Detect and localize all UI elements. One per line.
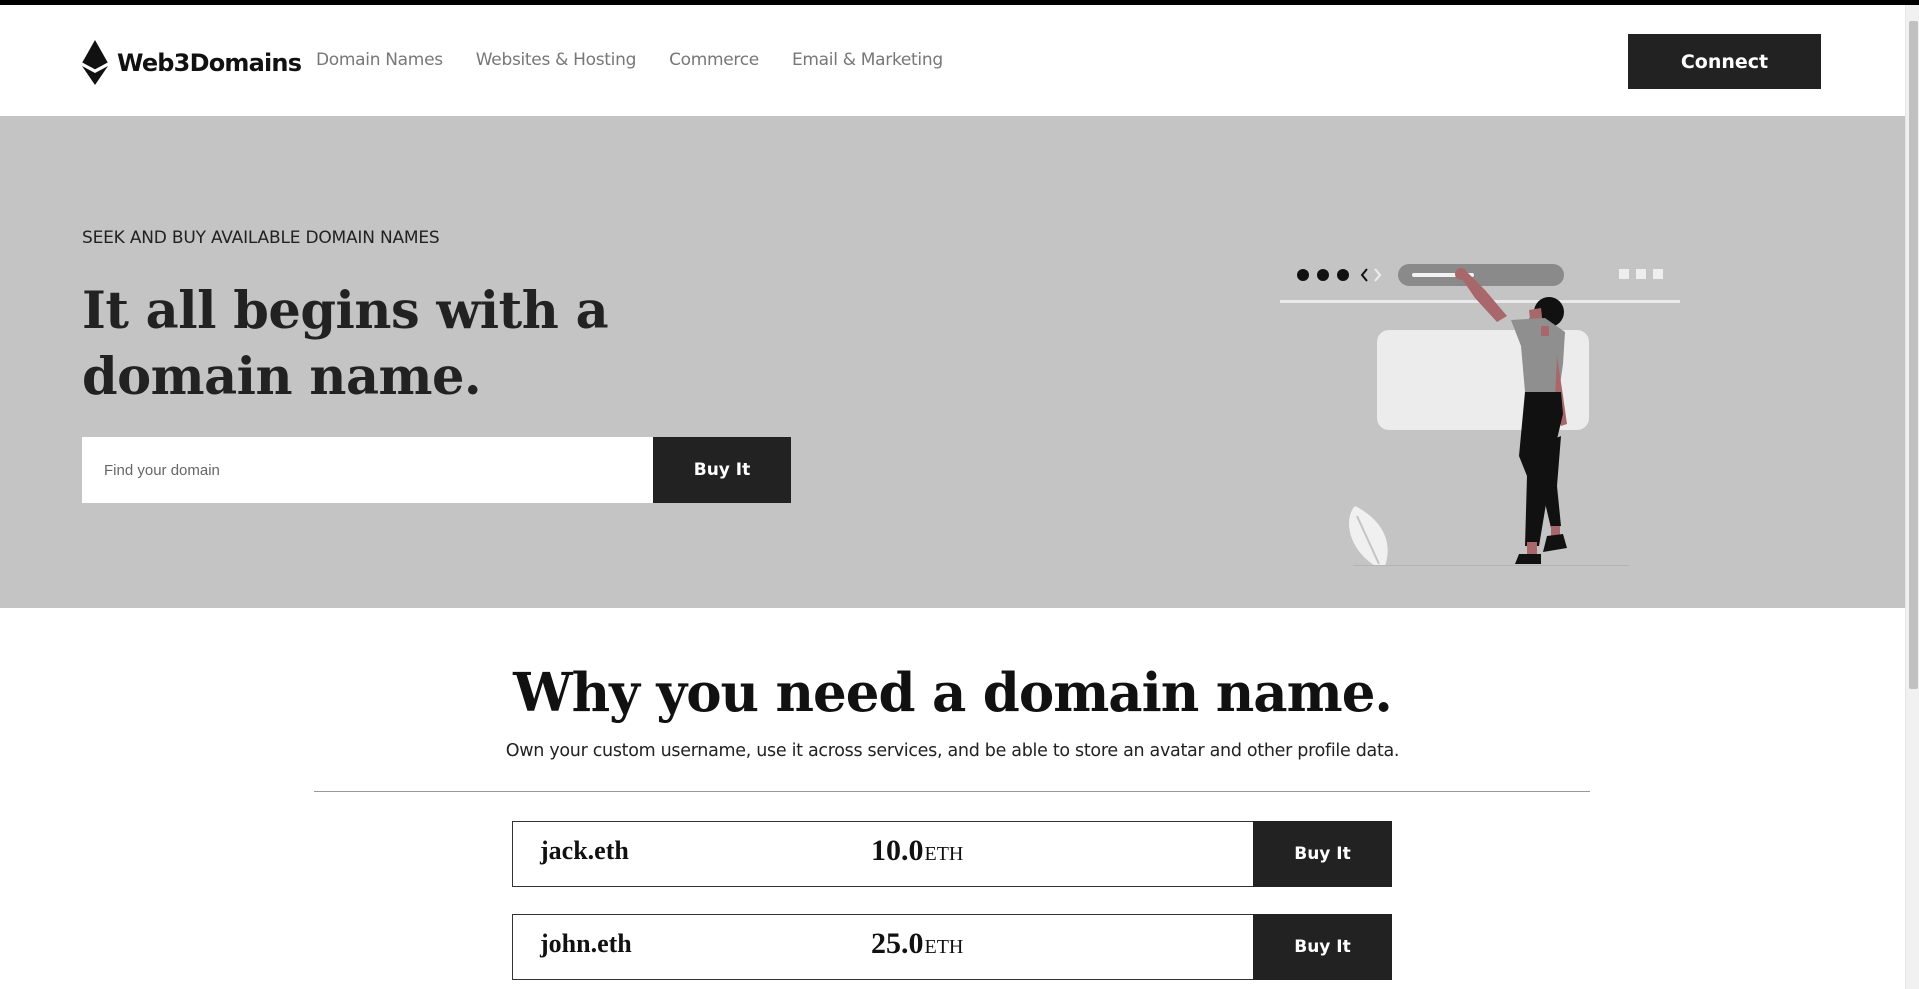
domain-price-unit: ETH — [924, 843, 964, 865]
domain-name: jack.eth — [540, 836, 629, 865]
domain-buy-button[interactable]: Buy It — [1253, 821, 1392, 887]
main-nav: Domain Names Websites & Hosting Commerce… — [316, 50, 943, 70]
site-header: Web3Domains Domain Names Websites & Host… — [0, 5, 1905, 116]
brand-logo-link[interactable]: Web3Domains — [82, 40, 302, 85]
woman-browsing-illustration — [1280, 264, 1680, 566]
why-section-subtitle: Own your custom username, use it across … — [505, 741, 1400, 761]
domain-listing-row: john.eth 25.0ETH Buy It — [512, 914, 1392, 980]
domain-name: john.eth — [540, 929, 632, 958]
domain-buy-button[interactable]: Buy It — [1253, 914, 1392, 980]
domain-price-value: 10.0 — [871, 834, 924, 867]
domain-price-value: 25.0 — [871, 927, 924, 960]
nav-commerce[interactable]: Commerce — [669, 50, 759, 70]
hero-section: SEEK AND BUY AVAILABLE DOMAIN NAMES It a… — [0, 116, 1905, 608]
domain-listing-row: jack.eth 10.0ETH Buy It — [512, 821, 1392, 887]
ethereum-diamond-icon — [82, 40, 108, 85]
nav-websites-hosting[interactable]: Websites & Hosting — [476, 50, 637, 70]
domain-price-unit: ETH — [924, 936, 964, 958]
brand-name: Web3Domains — [117, 48, 302, 77]
why-section-title: Why you need a domain name. — [513, 662, 1393, 724]
domain-price: 25.0ETH — [871, 927, 963, 961]
nav-email-marketing[interactable]: Email & Marketing — [792, 50, 943, 70]
hero-buy-button[interactable]: Buy It — [653, 437, 791, 503]
hero-title: It all begins with a domain name. — [82, 281, 609, 407]
domain-search-input[interactable] — [82, 437, 653, 503]
connect-button[interactable]: Connect — [1628, 34, 1821, 89]
scrollbar-thumb[interactable] — [1909, 21, 1918, 689]
nav-domain-names[interactable]: Domain Names — [316, 50, 443, 70]
hero-eyebrow: SEEK AND BUY AVAILABLE DOMAIN NAMES — [82, 228, 440, 248]
page-scrollbar[interactable] — [1905, 5, 1919, 989]
section-divider — [314, 791, 1590, 792]
domain-price: 10.0ETH — [871, 834, 963, 868]
